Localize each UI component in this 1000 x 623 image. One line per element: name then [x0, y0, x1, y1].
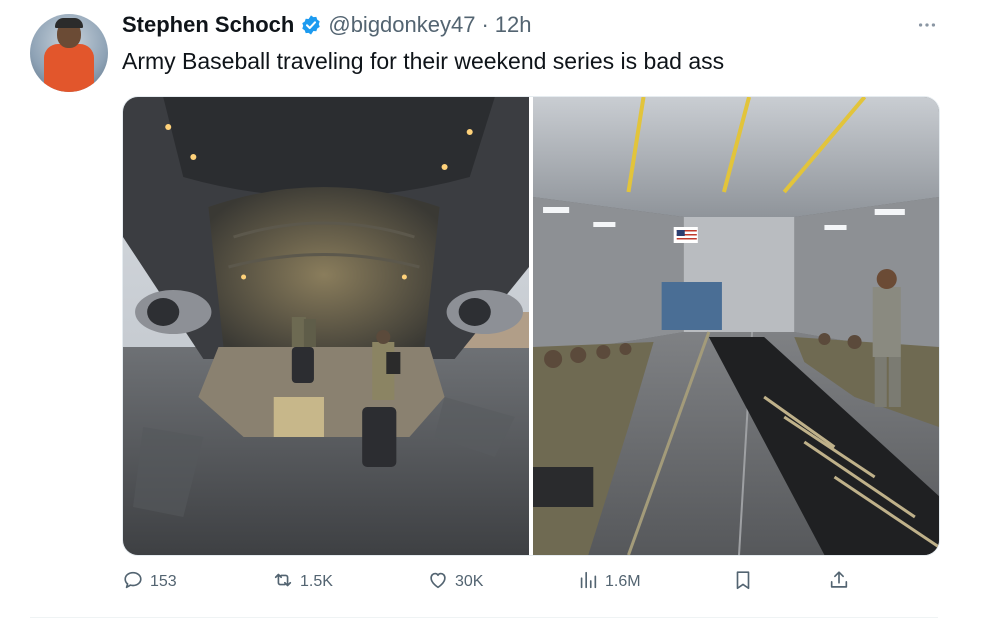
verified-badge-icon — [300, 14, 322, 36]
like-button[interactable]: 30K — [427, 567, 483, 597]
author-handle[interactable]: @bigdonkey47 — [328, 12, 475, 38]
author-avatar[interactable] — [30, 14, 108, 92]
tweet-actions: 153 1.5K 30K 1.6M — [122, 567, 852, 597]
avatar-jersey — [44, 44, 94, 92]
bookmark-icon — [732, 569, 754, 596]
like-count: 30K — [455, 573, 484, 590]
tweet-divider — [30, 617, 938, 618]
heart-icon — [427, 569, 449, 596]
retweet-count: 1.5K — [300, 573, 333, 590]
reply-icon — [122, 569, 144, 596]
more-options-icon[interactable] — [916, 14, 938, 36]
retweet-button[interactable]: 1.5K — [272, 567, 333, 597]
author-name[interactable]: Stephen Schoch — [122, 12, 294, 38]
bookmark-button[interactable] — [732, 567, 754, 597]
reply-button[interactable]: 153 — [122, 567, 177, 597]
tweet-media — [122, 96, 940, 556]
share-button[interactable] — [828, 567, 850, 597]
reply-count: 153 — [150, 573, 177, 590]
separator-dot: · — [481, 12, 489, 37]
share-upload-icon — [828, 569, 850, 596]
views-bar-chart-icon — [577, 569, 599, 596]
views-button[interactable]: 1.6M — [577, 567, 641, 597]
tweet-timestamp[interactable]: 12h — [495, 12, 532, 38]
retweet-icon — [272, 569, 294, 596]
tweet-text: Army Baseball traveling for their weeken… — [122, 48, 725, 74]
aircraft-cabin-photo[interactable] — [533, 97, 939, 555]
views-count: 1.6M — [605, 573, 641, 590]
aircraft-cargo-ramp-photo[interactable] — [123, 97, 529, 555]
avatar-cap — [55, 18, 83, 28]
tweet-header: Stephen Schoch @bigdonkey47 · 12h — [122, 10, 532, 40]
